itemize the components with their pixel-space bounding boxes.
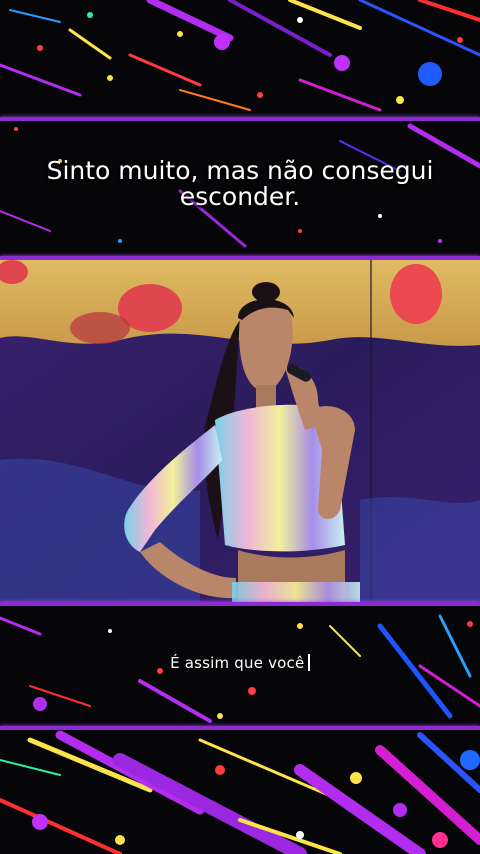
splatter-art xyxy=(0,0,480,112)
splatter-art xyxy=(0,730,480,854)
performer-video xyxy=(0,260,480,604)
top-splatter-band xyxy=(0,0,480,118)
lyric-line-2: esconder. xyxy=(179,182,301,211)
lyric-caption-bottom: É assim que você xyxy=(0,654,480,672)
lyric-caption-top: Sinto muito, mas não consegui esconder. xyxy=(0,158,480,210)
text-cursor-icon xyxy=(308,654,310,671)
bottom-splatter-band xyxy=(0,730,480,854)
lyric-line-1: Sinto muito, mas não consegui xyxy=(46,156,434,185)
video-frame[interactable] xyxy=(0,260,480,604)
lyric-line: É assim que você xyxy=(170,654,305,672)
